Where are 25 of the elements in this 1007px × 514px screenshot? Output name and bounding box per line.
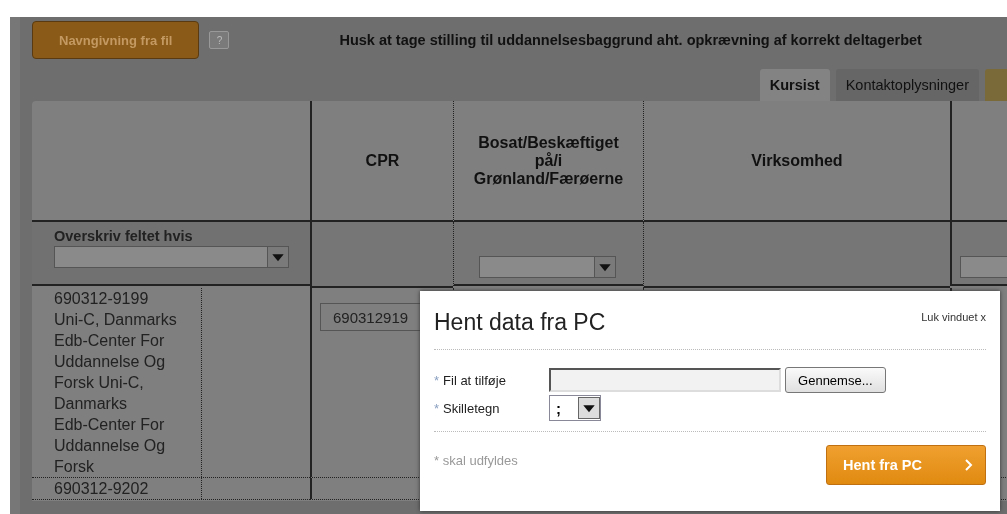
field-label: Fil at tilføje [443, 372, 507, 388]
dropdown[interactable] [960, 256, 1007, 278]
help-button[interactable]: ? [209, 31, 230, 49]
import-button[interactable]: Navngivning fra fil [32, 21, 200, 59]
table-cell: 690312-9199 Uni-C, Danmarks Edb-Center For Uddannelse Og Forsk Uni-C, Danmarks Edb-Center For Uddannelse Og Forsk [32, 288, 202, 477]
dropdown[interactable] [54, 246, 289, 268]
tab[interactable]: Kontaktoplysninger [835, 69, 979, 101]
column-header: Bosat/Beskæftiget på/i Grønland/Færøerne [472, 133, 625, 188]
notice-text: Husk at tage stilling til uddannelsesbaggrund aht. opkrævning af korrekt deltagerbet [339, 32, 922, 48]
required-marker: * [434, 400, 440, 416]
fetch-button[interactable]: Hent fra PC [826, 445, 986, 485]
dropdown[interactable] [479, 256, 616, 278]
filter-label: Overskriv feltet hvis [54, 228, 194, 244]
required-note: * skal udfyldes [434, 452, 518, 468]
close-link[interactable]: Luk vinduet x [921, 311, 986, 323]
file-input[interactable] [549, 368, 782, 392]
required-marker: * [434, 372, 440, 388]
tab[interactable]: Kursist [759, 69, 830, 101]
column-header: Virksomhed [751, 151, 843, 170]
column-header: CPR [365, 151, 400, 170]
chevron-right-icon [965, 459, 973, 471]
field-label: Skilletegn [443, 400, 501, 416]
separator-dropdown[interactable]: ; [549, 395, 602, 421]
table-cell: 690312-9202 [32, 478, 202, 499]
browse-button[interactable]: Gennemse... [785, 367, 886, 393]
